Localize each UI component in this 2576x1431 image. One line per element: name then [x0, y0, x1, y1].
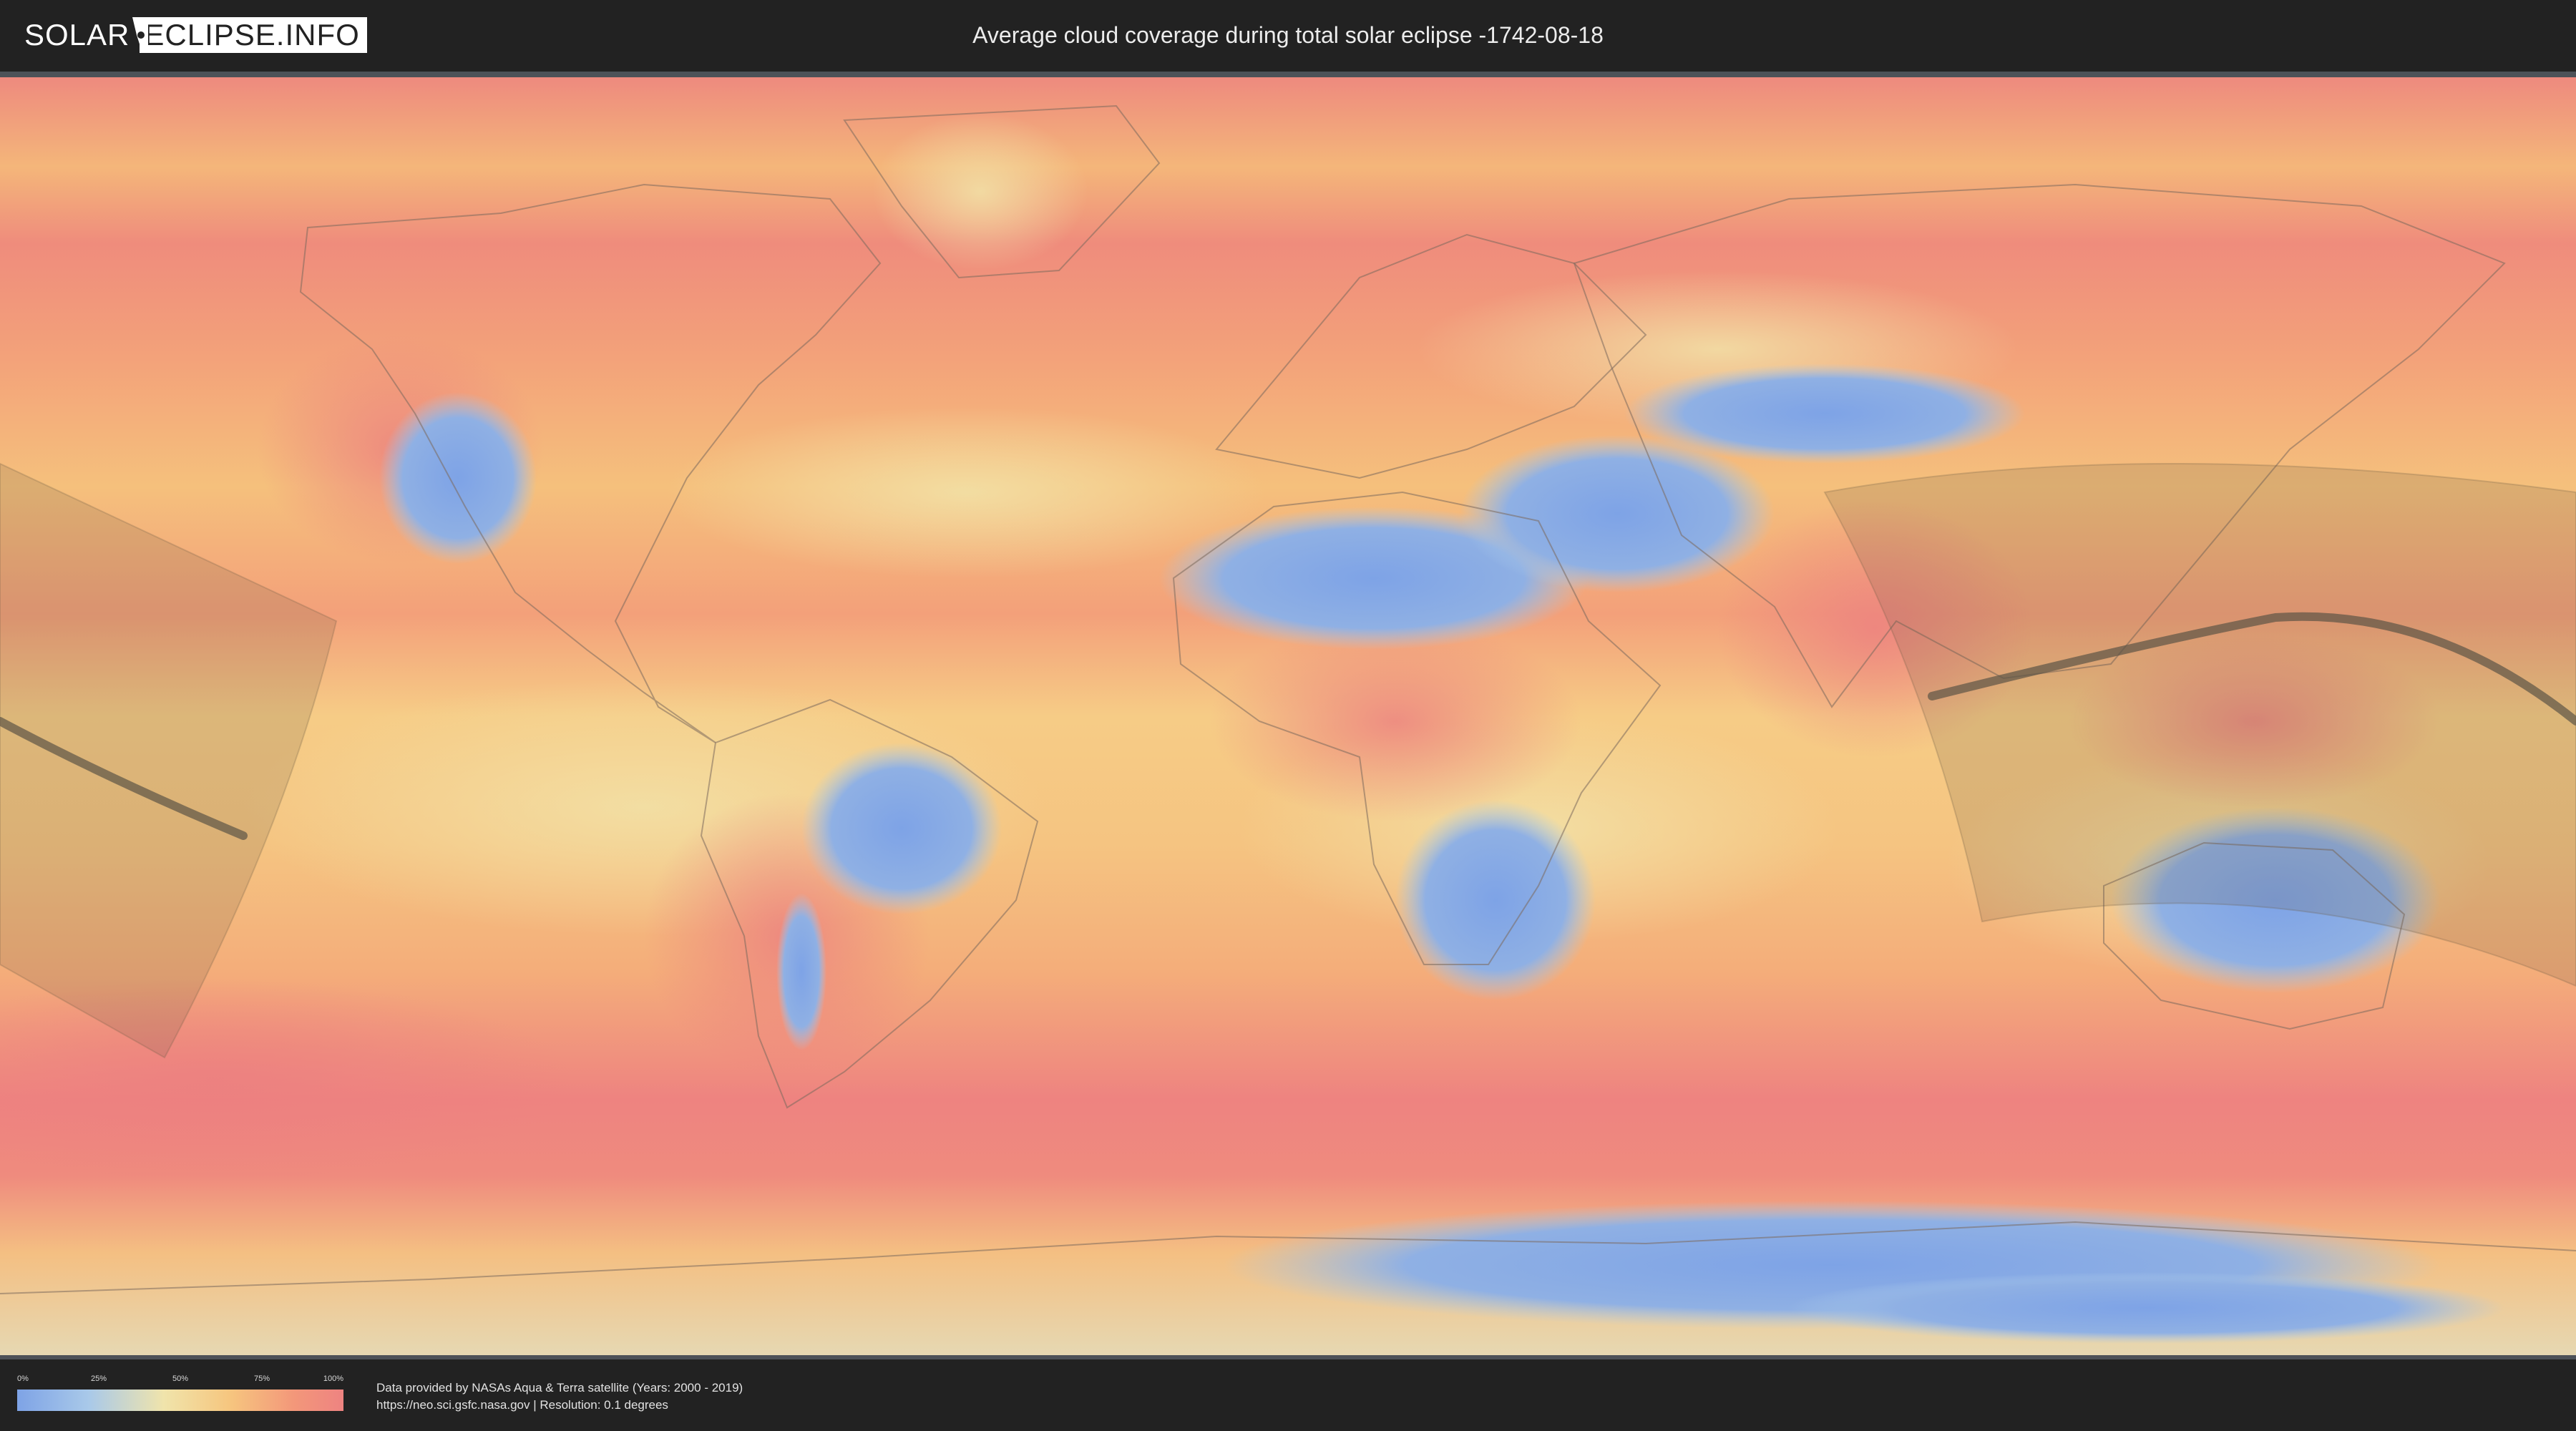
page-title: Average cloud coverage during total sola… — [972, 22, 1604, 48]
legend-tick-100: 100% — [323, 1374, 343, 1383]
legend-tick-50: 50% — [172, 1374, 189, 1383]
page: SOLAR ECLIPSE.INFO Average cloud coverag… — [0, 0, 2576, 1431]
header: SOLAR ECLIPSE.INFO Average cloud coverag… — [0, 0, 2576, 72]
map-canvas — [0, 77, 2576, 1355]
legend-tick-25: 25% — [90, 1374, 107, 1383]
footer: 0% 25% 50% 75% 100% Data provided by NAS… — [0, 1359, 2576, 1431]
legend-tick-75: 75% — [253, 1374, 270, 1383]
header-divider — [0, 72, 2576, 77]
credits-url[interactable]: https://neo.sci.gsfc.nasa.gov | Resoluti… — [376, 1397, 743, 1414]
data-credits: Data provided by NASAs Aqua & Terra sate… — [376, 1379, 743, 1414]
legend-ticks: 0% 25% 50% 75% 100% — [17, 1374, 343, 1385]
legend-tick-0: 0% — [17, 1374, 29, 1383]
legend-color-bar — [17, 1390, 343, 1411]
credits-source: Data provided by NASAs Aqua & Terra sate… — [376, 1381, 743, 1395]
cloud-coverage-legend: 0% 25% 50% 75% 100% — [17, 1374, 343, 1414]
cloud-coverage-map[interactable] — [0, 77, 2576, 1355]
